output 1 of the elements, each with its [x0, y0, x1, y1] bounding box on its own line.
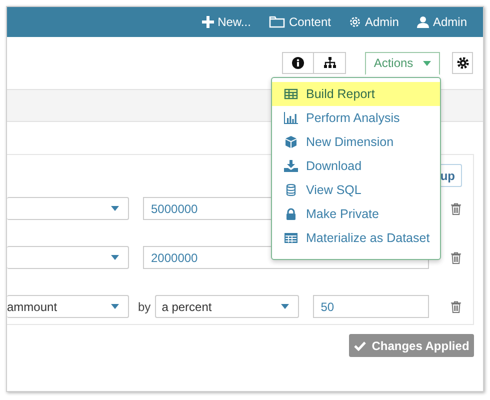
field-label: by	[138, 300, 151, 314]
